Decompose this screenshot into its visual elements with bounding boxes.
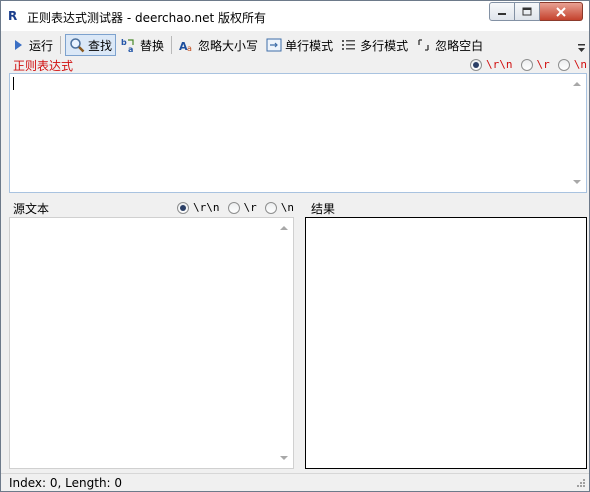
- splitter[interactable]: [296, 217, 304, 469]
- svg-text:a: a: [187, 44, 192, 53]
- ignore-case-button[interactable]: Aa 忽略大小写: [176, 34, 261, 56]
- find-label: 查找: [88, 38, 113, 53]
- multi-line-button[interactable]: 多行模式: [338, 34, 411, 56]
- scroll-down-icon[interactable]: [573, 180, 581, 184]
- status-text: Index: 0, Length: 0: [9, 476, 123, 490]
- result-label: 结果: [311, 202, 336, 216]
- regex-newline-crlf[interactable]: \r\n: [470, 58, 513, 71]
- single-line-label: 单行模式: [285, 38, 334, 53]
- ignore-case-label: 忽略大小写: [198, 38, 259, 53]
- text-caret: [13, 77, 14, 90]
- find-button[interactable]: 查找: [65, 34, 117, 56]
- regex-input[interactable]: [9, 73, 587, 193]
- magnifier-icon: [69, 37, 85, 53]
- title-bar: R 正则表达式测试器 - deerchao.net 版权所有: [1, 1, 589, 31]
- source-header: 源文本 \r\n \r \n: [9, 200, 294, 216]
- maximize-button[interactable]: [515, 2, 540, 21]
- multi-line-icon: [341, 37, 357, 53]
- single-line-button[interactable]: 单行模式: [263, 34, 336, 56]
- app-window: R 正则表达式测试器 - deerchao.net 版权所有 运行 查找 b a…: [0, 0, 590, 492]
- maximize-icon: [522, 7, 532, 16]
- case-icon: Aa: [179, 37, 195, 53]
- source-newline-crlf[interactable]: \r\n: [177, 201, 220, 214]
- scroll-up-icon[interactable]: [573, 82, 581, 86]
- regex-scrollbar[interactable]: [569, 74, 586, 192]
- scroll-down-icon[interactable]: [280, 456, 288, 460]
- radio-selected-icon: [470, 58, 482, 71]
- source-newline-lf[interactable]: \n: [264, 201, 294, 214]
- regex-newline-lf-label: \n: [573, 58, 587, 71]
- run-button[interactable]: 运行: [7, 34, 56, 56]
- toolbar-separator: [60, 36, 62, 54]
- source-newline-cr-label: \r: [243, 201, 257, 214]
- replace-button[interactable]: ba 替换: [118, 34, 167, 56]
- radio-icon: [557, 58, 570, 71]
- source-input[interactable]: [9, 217, 294, 469]
- regex-newline-options: \r\n \r \n: [470, 58, 587, 71]
- radio-icon: [227, 201, 240, 214]
- regex-newline-cr[interactable]: \r: [520, 58, 550, 71]
- regex-label: 正则表达式: [13, 59, 74, 73]
- source-newline-crlf-label: \r\n: [193, 201, 220, 214]
- source-newline-lf-label: \n: [280, 201, 294, 214]
- source-newline-cr[interactable]: \r: [227, 201, 257, 214]
- app-icon: R: [8, 9, 18, 23]
- close-button[interactable]: [540, 2, 583, 21]
- run-label: 运行: [29, 38, 54, 53]
- toolbar-overflow-icon[interactable]: [578, 44, 585, 53]
- window-controls: [489, 2, 583, 22]
- toolbar: 运行 查找 ba 替换 Aa 忽略大小写 单行模式 多行模式 忽略空白: [1, 32, 589, 58]
- close-icon: [556, 6, 566, 17]
- multi-line-label: 多行模式: [360, 38, 409, 53]
- ignore-whitespace-button[interactable]: 忽略空白: [413, 34, 486, 56]
- regex-newline-cr-label: \r: [536, 58, 550, 71]
- radio-icon: [264, 201, 277, 214]
- regex-newline-crlf-label: \r\n: [486, 58, 513, 71]
- toolbar-separator: [171, 36, 173, 54]
- scroll-up-icon[interactable]: [280, 226, 288, 230]
- radio-icon: [520, 58, 533, 71]
- source-newline-options: \r\n \r \n: [177, 201, 294, 214]
- single-line-icon: [266, 37, 282, 53]
- window-title: 正则表达式测试器 - deerchao.net 版权所有: [27, 11, 267, 25]
- svg-text:a: a: [128, 45, 133, 53]
- status-bar: Index: 0, Length: 0: [1, 473, 589, 491]
- source-label: 源文本: [13, 202, 50, 216]
- svg-text:b: b: [121, 38, 127, 47]
- source-scrollbar[interactable]: [276, 218, 293, 468]
- regex-header: 正则表达式 \r\n \r \n: [9, 57, 587, 73]
- regex-newline-lf[interactable]: \n: [557, 58, 587, 71]
- ignore-whitespace-label: 忽略空白: [435, 38, 484, 53]
- minimize-icon: [498, 12, 506, 15]
- resize-grip-icon[interactable]: [576, 478, 586, 488]
- result-panel: [305, 217, 587, 469]
- minimize-button[interactable]: [489, 2, 515, 21]
- replace-label: 替换: [140, 38, 165, 53]
- play-icon: [10, 37, 26, 53]
- whitespace-icon: [416, 37, 432, 53]
- radio-selected-icon: [177, 201, 189, 214]
- replace-icon: ba: [121, 37, 137, 53]
